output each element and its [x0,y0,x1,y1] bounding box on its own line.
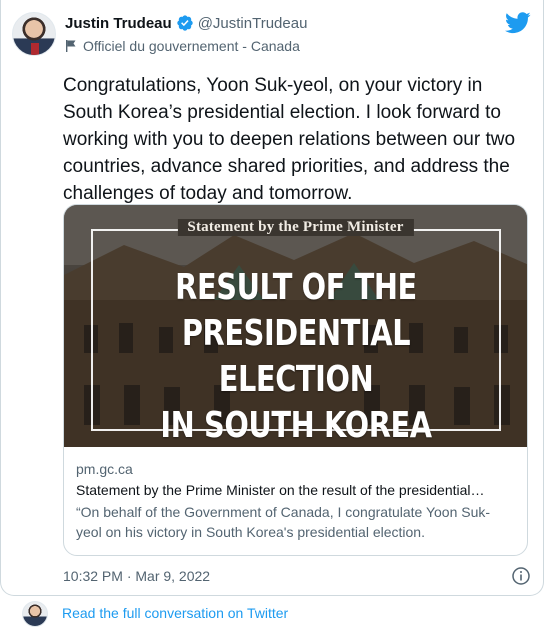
twitter-bird-icon[interactable] [504,12,531,34]
image-header-text: Statement by the Prime Minister [177,219,414,236]
card-title: Statement by the Prime Minister on the r… [76,482,485,498]
headline-line-2: PRESIDENTIAL ELECTION [181,313,411,400]
verified-badge-icon [176,14,194,32]
author-handle[interactable]: @JustinTrudeau [198,15,308,32]
info-icon[interactable] [511,566,531,586]
author-display-name[interactable]: Justin Trudeau [65,15,172,32]
footer: Read the full conversation on Twitter [0,596,549,633]
author-name-row: Justin Trudeau @JustinTrudeau [65,12,307,34]
tweet-timestamp[interactable]: 10:32 PM · Mar 9, 2022 [63,568,210,584]
tweet-text: Congratulations, Yoon Suk-yeol, on your … [63,75,516,204]
tweet-meta: 10:32 PM · Mar 9, 2022 [63,566,531,586]
headline-line-1: RESULT OF THE [175,267,417,308]
card-domain: pm.gc.ca [76,461,133,477]
flag-icon [65,39,77,53]
tweet-card: Justin Trudeau @JustinTrudeau Officiel d… [0,0,544,596]
government-label: Officiel du gouvernement - Canada [65,36,300,56]
image-headline: RESULT OF THE PRESIDENTIAL ELECTION IN S… [132,265,460,447]
author-avatar[interactable] [12,12,56,56]
headline-line-3: IN SOUTH KOREA [160,405,432,446]
link-preview-card[interactable]: Statement by the Prime Minister RESULT O… [63,204,528,556]
card-image: Statement by the Prime Minister RESULT O… [64,205,527,447]
footer-avatar [22,601,48,627]
government-label-text: Officiel du gouvernement - Canada [83,38,300,54]
card-body: pm.gc.ca Statement by the Prime Minister… [64,447,527,542]
card-description: “On behalf of the Government of Canada, … [76,504,491,540]
read-conversation-link[interactable]: Read the full conversation on Twitter [62,603,288,623]
